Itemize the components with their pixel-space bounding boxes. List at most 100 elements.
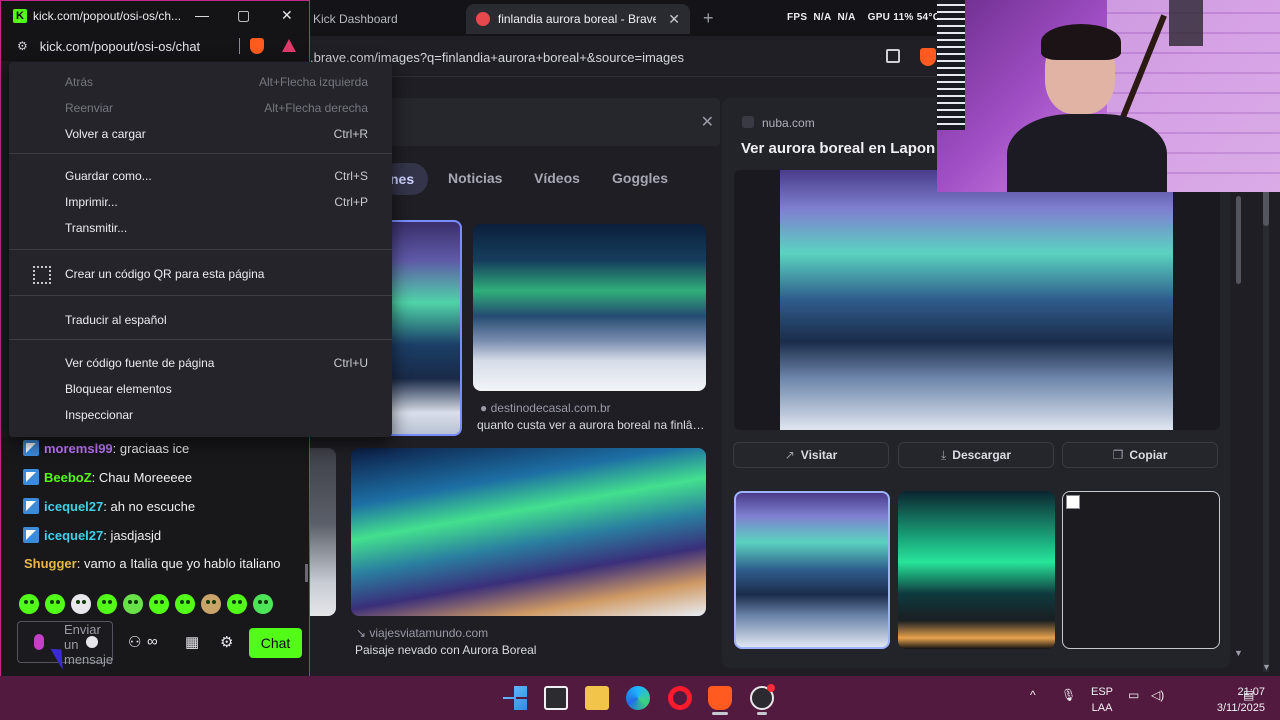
context-menu-item[interactable]: Volver a cargar Ctrl+R — [9, 121, 392, 147]
emote-icon[interactable] — [149, 594, 169, 614]
chat-username[interactable]: BeeboZ — [44, 470, 92, 485]
file-explorer-icon[interactable] — [585, 686, 609, 710]
tab-brave-search[interactable]: finlandia aurora boreal - Brave S… ✕ — [466, 4, 690, 34]
emote-icon[interactable] — [253, 594, 273, 614]
context-menu-item[interactable]: Traducir al español — [9, 307, 392, 333]
context-menu-item[interactable]: Transmitir... — [9, 215, 392, 241]
qr-code-icon — [33, 266, 51, 284]
chat-username[interactable]: Shugger — [24, 556, 77, 571]
address-bar[interactable]: .brave.com/images?q=finlandia+aurora+bor… — [300, 40, 940, 74]
site-settings-icon[interactable]: ⚙ — [17, 39, 28, 53]
context-menu-item-label: Imprimir... — [65, 195, 118, 209]
related-image[interactable] — [898, 491, 1055, 649]
panel-title[interactable]: Ver aurora boreal en Lapon — [741, 140, 935, 157]
tab-videos[interactable]: Vídeos — [534, 170, 580, 186]
context-menu-item-shortcut: Ctrl+U — [333, 356, 368, 370]
microphone-icon[interactable] — [34, 634, 44, 650]
new-tab-button[interactable]: + — [703, 8, 714, 29]
webcam-overlay — [937, 0, 1280, 192]
volume-icon[interactable]: ◁) — [1151, 688, 1164, 702]
context-menu: Atrás Alt+Flecha izquierda Reenviar Alt+Fle… — [9, 62, 392, 437]
emote-icon[interactable] — [71, 594, 91, 614]
language-indicator[interactable]: ESP LAA — [1091, 684, 1113, 716]
tab-news[interactable]: Noticias — [448, 170, 502, 186]
context-menu-item-label: Guardar como... — [65, 169, 152, 183]
emote-icon[interactable] — [227, 594, 247, 614]
network-icon[interactable]: ▭ — [1128, 688, 1139, 702]
emote-icon[interactable] — [97, 594, 117, 614]
result-image[interactable] — [473, 224, 706, 391]
context-menu-item[interactable]: Crear un código QR para esta página — [9, 261, 392, 287]
context-menu-item[interactable]: Ver código fuente de página Ctrl+U — [9, 350, 392, 376]
chat-username[interactable]: icequel27 — [44, 528, 103, 543]
chat-username[interactable]: moremsl99 — [44, 441, 113, 456]
related-image-broken[interactable] — [1062, 491, 1220, 649]
chat-message: Shugger: vamo a Italia que yo hablo ital… — [24, 556, 281, 571]
preview-image[interactable] — [780, 170, 1173, 430]
chat-scrollbar[interactable] — [305, 564, 308, 582]
context-menu-item[interactable]: Guardar como... Ctrl+S — [9, 163, 392, 189]
minimize-button[interactable]: — — [195, 7, 209, 23]
visit-button[interactable]: ↗ Visitar — [733, 442, 889, 468]
context-menu-item[interactable]: Bloquear elementos — [9, 376, 392, 402]
edge-icon[interactable] — [626, 686, 650, 710]
microphone-icon[interactable]: 🎙 — [1061, 688, 1076, 702]
download-button[interactable]: ⤓ Descargar — [898, 442, 1054, 468]
result-source[interactable]: ● destinodecasal.com.br — [480, 401, 611, 415]
opera-icon[interactable] — [668, 686, 692, 710]
panel-source[interactable]: nuba.com — [762, 116, 815, 130]
emoji-picker-icon[interactable] — [86, 636, 98, 648]
popout-title-bar: K kick.com/popout/osi-os/ch... — ▢ ✕ — [1, 1, 309, 31]
related-image-selected[interactable] — [734, 491, 890, 649]
emote-icon[interactable] — [123, 594, 143, 614]
active-app-indicator — [712, 712, 728, 715]
context-menu-item[interactable]: Inspeccionar — [9, 402, 392, 428]
result-image[interactable] — [308, 448, 336, 616]
emote-icon[interactable] — [201, 594, 221, 614]
settings-icon[interactable]: ⚙ — [220, 633, 233, 651]
emote-icon[interactable] — [45, 594, 65, 614]
store-icon[interactable]: ▦ — [185, 633, 199, 651]
infinity-icon[interactable]: ∞ — [147, 633, 158, 650]
popout-url: kick.com/popout/osi-os/chat — [39, 38, 201, 54]
close-icon[interactable]: ✕ — [701, 112, 714, 132]
clock[interactable]: 21:07 3/11/2025 — [1205, 684, 1265, 716]
chat-message-text: : jasdjasjd — [103, 527, 162, 543]
context-menu-item[interactable]: Imprimir... Ctrl+P — [9, 189, 392, 215]
brave-rewards-icon[interactable] — [282, 39, 296, 52]
tab-goggles[interactable]: Goggles — [612, 170, 668, 186]
scroll-down-icon[interactable]: ▼ — [1262, 662, 1271, 672]
task-view-icon[interactable] — [544, 686, 568, 710]
result-image[interactable] — [351, 448, 706, 616]
result-caption[interactable]: quanto custa ver a aurora boreal na finl… — [477, 418, 704, 432]
subscriber-badge-icon — [23, 527, 39, 543]
popout-address-bar[interactable]: ⚙ kick.com/popout/osi-os/chat — [1, 31, 309, 61]
maximize-button[interactable]: ▢ — [237, 7, 250, 24]
result-image-selected[interactable] — [380, 220, 462, 436]
result-source[interactable]: ↘ viajesviatamundo.com — [356, 626, 488, 640]
running-app-indicator — [757, 712, 767, 715]
users-icon[interactable]: ⚇ — [128, 633, 141, 651]
brave-shields-icon[interactable] — [250, 38, 264, 54]
notifications-icon[interactable]: ▤ — [1243, 688, 1254, 702]
emote-icon[interactable] — [175, 594, 195, 614]
brave-icon[interactable] — [708, 686, 732, 710]
panel-scrollbar[interactable] — [1236, 196, 1241, 284]
copy-button[interactable]: ❐ Copiar — [1062, 442, 1218, 468]
chat-message: BeeboZ: Chau Moreeeee — [23, 469, 192, 485]
scroll-down-icon[interactable]: ▼ — [1234, 648, 1243, 658]
tray-overflow-chevron-icon[interactable]: ^ — [1030, 688, 1036, 702]
emote-icon[interactable] — [19, 594, 39, 614]
chat-send-button[interactable]: Chat — [249, 628, 302, 658]
brave-shields-icon[interactable] — [920, 48, 936, 66]
close-tab-icon[interactable]: ✕ — [668, 11, 680, 28]
tab-kick-dashboard[interactable]: Kick Dashboard — [300, 4, 450, 34]
close-window-button[interactable]: ✕ — [281, 7, 293, 24]
subscriber-badge-icon — [23, 440, 39, 456]
result-caption[interactable]: Paisaje nevado con Aurora Boreal — [355, 643, 536, 657]
streamer — [1007, 24, 1167, 192]
share-icon[interactable] — [886, 49, 900, 63]
chat-username[interactable]: icequel27 — [44, 499, 103, 514]
subscriber-badge-icon — [23, 498, 39, 514]
popout-title: kick.com/popout/osi-os/ch... — [33, 9, 182, 23]
